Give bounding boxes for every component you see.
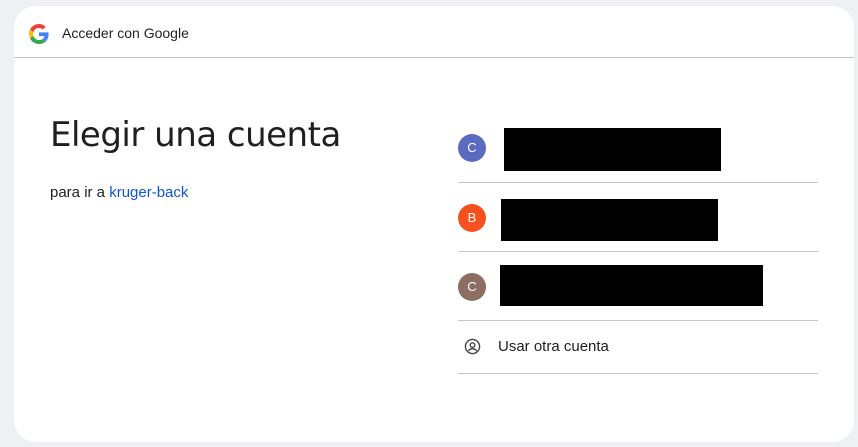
sign-in-card: Acceder con Google Elegir una cuenta par… [14,6,854,442]
subtitle-prefix: para ir a [50,184,106,201]
use-another-account-label: Usar otra cuenta [498,338,609,355]
account-circle-icon [464,338,481,355]
header: Acceder con Google [14,6,854,58]
app-name-link[interactable]: kruger-back [109,184,188,201]
redacted-account-info [500,265,763,306]
redacted-account-info [501,199,718,241]
account-item[interactable]: B [458,183,818,252]
account-list: C B C Usar otra cuenta [458,123,818,374]
header-title: Acceder con Google [62,25,189,41]
page-title: Elegir una cuenta [50,115,341,155]
redacted-account-info [504,128,721,171]
account-item[interactable]: C [458,252,818,321]
google-logo-icon [29,24,49,44]
avatar: C [458,273,486,301]
subtitle: para ir a kruger-back [50,183,188,203]
use-another-account-button[interactable]: Usar otra cuenta [458,321,818,374]
avatar: C [458,134,486,162]
account-item[interactable]: C [458,123,818,183]
avatar: B [458,204,486,232]
